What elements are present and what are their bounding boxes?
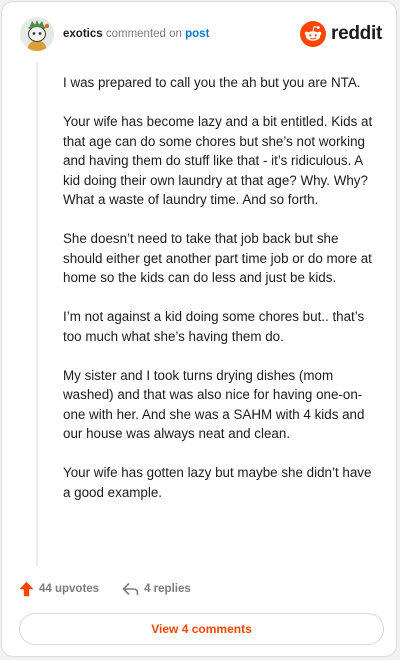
upvote-count: 44 upvotes <box>39 583 100 595</box>
comment-actions: 44 upvotes 4 replies <box>19 578 191 600</box>
brand-wordmark: reddit <box>331 23 382 44</box>
snoo-avatar-icon <box>20 17 54 51</box>
comment-paragraph: Your wife has gotten lazy but maybe she … <box>63 465 372 500</box>
replies-button[interactable]: 4 replies <box>122 582 191 596</box>
reply-count: 4 replies <box>144 583 191 595</box>
comment-paragraph: I was prepared to call you the ah but yo… <box>63 75 361 90</box>
comment-paragraph: She doesn’t need to take that job back b… <box>63 231 372 285</box>
post-link[interactable]: post <box>185 28 209 40</box>
reddit-snoo-logo-icon <box>300 21 327 47</box>
comment-body: I was prepared to call you the ah but yo… <box>63 73 379 522</box>
upvote-arrow-icon <box>19 581 34 597</box>
user-avatar[interactable] <box>20 17 54 51</box>
comment-header: exotics commented on post reddit <box>20 17 382 53</box>
thread-line <box>36 62 38 566</box>
reddit-brand[interactable]: reddit <box>300 20 382 48</box>
reply-arrow-icon <box>122 583 139 596</box>
comment-paragraph: Your wife has become lazy and a bit enti… <box>63 114 373 207</box>
username-link[interactable]: exotics <box>63 28 103 40</box>
view-comments-button[interactable]: View 4 comments <box>19 613 384 645</box>
comment-card: exotics commented on post reddit I was p… <box>1 1 397 657</box>
comment-paragraph: I’m not against a kid doing some chores … <box>63 309 365 344</box>
commented-on-text: commented on <box>105 28 182 40</box>
upvote-button[interactable]: 44 upvotes <box>19 581 99 597</box>
comment-paragraph: My sister and I took turns drying dishes… <box>63 367 365 442</box>
comment-meta: exotics commented on post <box>63 27 209 41</box>
